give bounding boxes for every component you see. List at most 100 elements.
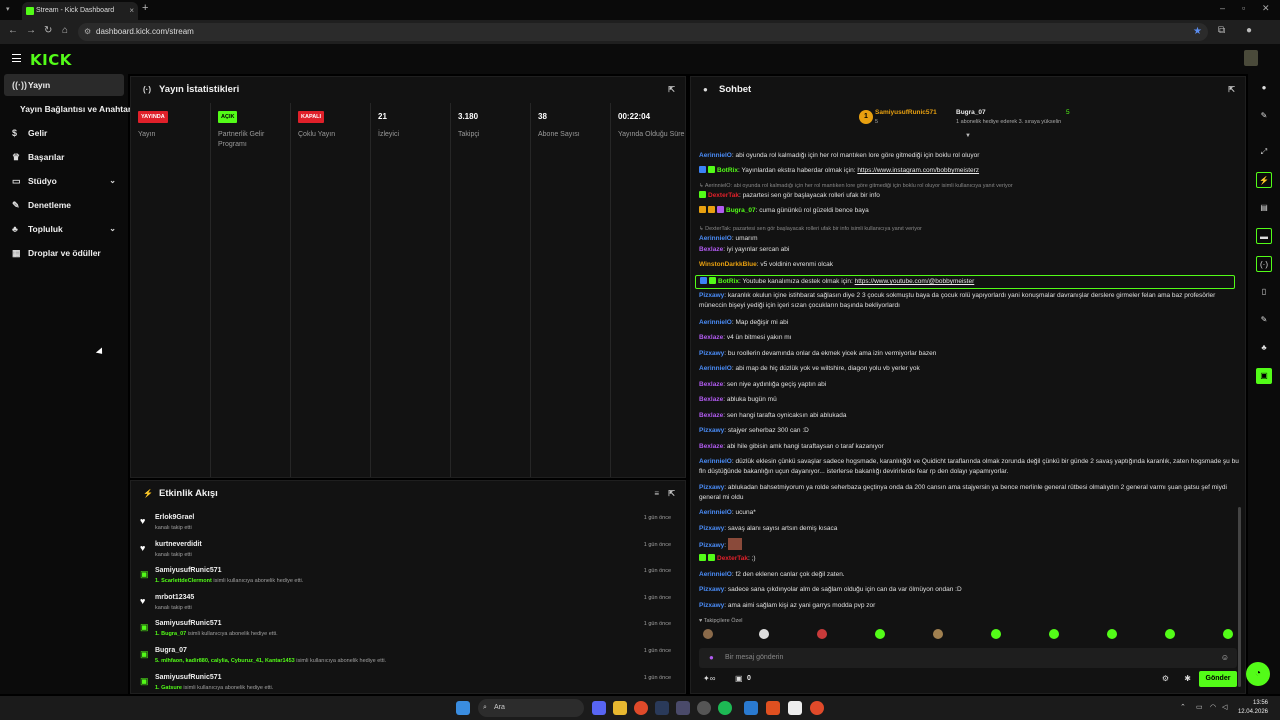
chat-username[interactable]: Pizxawy — [699, 586, 724, 593]
sidebar-item-yayin[interactable]: ((·)) Yayın — [4, 74, 124, 96]
chat-message[interactable]: AerinnielO: Map değişir mi abi — [699, 318, 1239, 328]
emote-icon[interactable] — [875, 629, 885, 639]
emote-icon[interactable] — [1049, 629, 1059, 639]
chat-username[interactable]: Bexlaze — [699, 412, 723, 419]
chat-username[interactable]: AerinnielO — [699, 235, 732, 242]
chat-username[interactable]: DexterTak — [717, 555, 748, 562]
app-icon[interactable] — [676, 701, 690, 715]
steam-icon[interactable] — [655, 701, 669, 715]
close-window-icon[interactable]: ✕ — [1262, 3, 1270, 14]
chat-message[interactable]: AerinnielO: düzlük eklesin çünkü savaşla… — [699, 457, 1239, 477]
document-icon[interactable]: ▤ — [1256, 200, 1272, 216]
chat-message[interactable]: Pizxawy: — [699, 538, 1239, 551]
chat-message[interactable]: BotRix: Yayınlardan ekstra haberdar olma… — [699, 166, 1239, 176]
filter-icon[interactable]: ≡ — [654, 481, 659, 507]
emote-icon[interactable] — [817, 629, 827, 639]
activity-row[interactable]: ♥ Erlok9Grael kanalı takip etti 1 gün önce — [139, 511, 679, 537]
chat-message[interactable]: AerinnielO: f2 den eklenen canlar çok de… — [699, 570, 1239, 580]
chat-username[interactable]: BotRix — [718, 278, 739, 285]
chat-message[interactable]: DexterTak: ;) — [699, 554, 1239, 564]
new-tab-button[interactable]: + — [142, 2, 148, 14]
chat-username[interactable]: AerinnielO — [699, 152, 732, 159]
chat-message[interactable]: Bexlaze: sen hangi tarafta oynicaksın ab… — [699, 411, 1239, 421]
tab-list-icon[interactable]: ▾ — [6, 5, 10, 13]
chat-message[interactable]: AerinnielO: abi oyunda rol kalmadığı içi… — [699, 151, 1239, 161]
chat-link[interactable]: https://www.instagram.com/bobbymeisterz — [857, 167, 979, 174]
menu-icon[interactable] — [12, 54, 21, 62]
info-icon[interactable]: ● — [1256, 80, 1272, 96]
chat-username[interactable]: DexterTak — [708, 192, 739, 199]
chrome-icon[interactable] — [810, 701, 824, 715]
lightning-icon[interactable]: ⚡ — [1256, 172, 1272, 188]
activity-username[interactable]: SamiyusufRunic571 — [155, 567, 222, 574]
reply-context[interactable]: ↳ DexterTak: pazartesi sen gör başlayaca… — [699, 224, 1239, 234]
profile-avatar-icon[interactable]: ● — [1246, 25, 1252, 36]
chat-username[interactable]: Pizxawy — [699, 484, 724, 491]
points-icon[interactable]: ✦∞ — [703, 674, 715, 683]
chat-username[interactable]: Pizxawy — [699, 350, 724, 357]
chat-username[interactable]: Pizxawy — [699, 525, 724, 532]
activity-row[interactable]: ▣ SamiyusufRunic571 1. ScarlettdeClermont … — [139, 564, 679, 590]
chat-message[interactable]: WinstonDarkkBlue: v5 voldinin evrenmi ol… — [699, 260, 1239, 270]
user-avatar[interactable] — [1244, 50, 1258, 66]
gift-box-icon[interactable]: ▣ — [735, 674, 743, 683]
folder-icon[interactable] — [613, 701, 627, 715]
tablet-icon[interactable]: ▯ — [1256, 284, 1272, 300]
popout-icon[interactable]: ⇱ — [668, 77, 675, 103]
edit-icon[interactable]: ✎ — [1256, 108, 1272, 124]
emote-icon[interactable] — [703, 629, 713, 639]
sidebar-item-studyo[interactable]: ▭ Stüdyo ⌄ — [4, 170, 124, 192]
chat-username[interactable]: Bexlaze — [699, 334, 723, 341]
chat-message[interactable]: Pizxawy: bu roollerin devamında onlar da… — [699, 349, 1239, 359]
home-icon[interactable]: ⌂ — [62, 25, 68, 36]
chat-message[interactable]: AerinnielO: abi map de hiç düzlük yok ve… — [699, 364, 1239, 374]
popout-icon[interactable]: ⇱ — [1228, 77, 1235, 103]
chat-message[interactable]: AerinnielO: ucuna* — [699, 508, 1239, 518]
chat-message[interactable]: Pizxawy: stajyer seherbaz 300 can :D — [699, 426, 1239, 436]
chat-message[interactable]: Bexlaze: sen niye aydınlığa geçiş yaptın… — [699, 380, 1239, 390]
taskbar-clock[interactable]: 13:56 12.04.2026 — [1238, 699, 1268, 717]
sidebar-item-topluluk[interactable]: ♣ Topluluk ⌄ — [4, 218, 124, 240]
chat-message[interactable]: Pizxawy: ama aimi sağlam kişi az yani ga… — [699, 601, 1239, 611]
send-button[interactable]: Gönder — [1199, 671, 1237, 687]
browser-tab[interactable]: Stream - Kick Dashboard × — [22, 2, 138, 20]
activity-row[interactable]: ▣ SamiyusufRunic571 1. Bugra_07 isimli kul… — [139, 617, 679, 643]
chat-message[interactable]: Bexlaze: v4 ün bitmesi yakın mı — [699, 333, 1239, 343]
tray-chevron-icon[interactable]: ⌃ — [1180, 703, 1186, 711]
address-bar[interactable]: ⚙ dashboard.kick.com/stream ★ — [78, 23, 1208, 41]
emote-icon[interactable] — [1107, 629, 1117, 639]
chat-scrollbar[interactable] — [1238, 507, 1241, 687]
emote-icon[interactable] — [1223, 629, 1233, 639]
mic-icon[interactable]: ● — [709, 648, 714, 668]
reload-icon[interactable]: ↻ — [44, 25, 52, 36]
sidebar-item-basarilar[interactable]: ♛ Başarılar — [4, 146, 124, 168]
chat-message[interactable]: Bexlaze: abluka bugün mü — [699, 395, 1239, 405]
chat-username[interactable]: Bexlaze — [699, 396, 723, 403]
activity-row[interactable]: ▣ SamiyusufRunic571 1. Gatsure isimli kull… — [139, 671, 679, 697]
activity-username[interactable]: mrbot12345 — [155, 594, 194, 601]
chat-message[interactable]: Pizxawy: savaş alanı sayısı artsın demiş… — [699, 524, 1239, 534]
expand-icon[interactable]: ⤢ — [1256, 144, 1272, 160]
sidebar-item-gelir[interactable]: $ Gelir — [4, 122, 124, 144]
windows-start-icon[interactable] — [456, 701, 470, 715]
chat-username[interactable]: Bexlaze — [699, 381, 723, 388]
emote-icon[interactable] — [759, 629, 769, 639]
chat-message[interactable]: Bexlaze: iyi yayınlar sercan abi — [699, 245, 1239, 255]
extensions-icon[interactable]: ⧉ — [1218, 25, 1225, 36]
activity-row[interactable]: ♥ mrbot12345 kanalı takip etti 1 gün önce — [139, 591, 679, 617]
chat-username[interactable]: Bexlaze — [699, 246, 723, 253]
chat-message[interactable]: Bexlaze: abi hile gibisin amk hangi tara… — [699, 442, 1239, 452]
activity-username[interactable]: Erlok9Grael — [155, 514, 194, 521]
settings-gear-icon[interactable]: ⚙ — [1162, 674, 1169, 683]
sidebar-item-stream-key[interactable]: Yayın Bağlantısı ve Anahtarı — [20, 104, 134, 114]
wifi-icon[interactable]: ◠ — [1210, 703, 1216, 711]
emoji-icon[interactable]: ☺ — [1221, 648, 1229, 668]
back-icon[interactable]: ← — [8, 25, 18, 36]
vscode-icon[interactable] — [744, 701, 758, 715]
chat-username[interactable]: AerinnielO — [699, 319, 732, 326]
chat-username[interactable]: Pizxawy — [699, 602, 724, 609]
chat-username[interactable]: AerinnielO — [699, 365, 732, 372]
chat-username[interactable]: AerinnielO — [699, 458, 732, 465]
chat-message[interactable]: Pizxawy: sadece sana çıkdınyolar alm de … — [699, 585, 1239, 595]
emote-icon[interactable] — [933, 629, 943, 639]
